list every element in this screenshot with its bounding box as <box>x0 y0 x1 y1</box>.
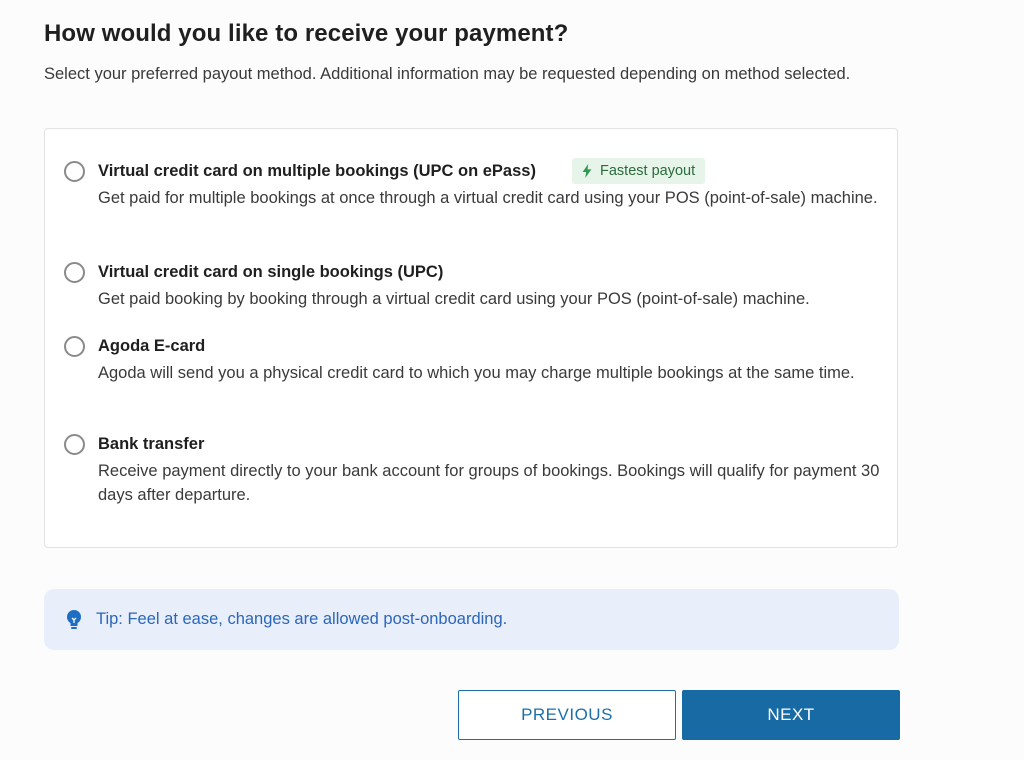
payout-method-page: How would you like to receive your payme… <box>0 0 1024 760</box>
option-title: Agoda E-card <box>98 337 206 355</box>
radio-upc-single[interactable] <box>64 262 85 283</box>
fastest-payout-badge: Fastest payout <box>572 158 706 184</box>
option-title: Bank transfer <box>98 435 205 453</box>
option-description: Receive payment directly to your bank ac… <box>98 462 880 504</box>
next-button[interactable]: NEXT <box>682 690 900 740</box>
payout-options-card: Virtual credit card on multiple bookings… <box>44 128 898 548</box>
previous-button[interactable]: PREVIOUS <box>458 690 676 740</box>
option-title: Virtual credit card on single bookings (… <box>98 263 444 281</box>
page-title: How would you like to receive your payme… <box>44 20 569 47</box>
radio-agoda-ecard[interactable] <box>64 336 85 357</box>
radio-upc-epass[interactable] <box>64 161 85 182</box>
option-title: Virtual credit card on multiple bookings… <box>98 162 536 180</box>
radio-bank-transfer[interactable] <box>64 434 85 455</box>
page-subtitle: Select your preferred payout method. Add… <box>44 65 851 83</box>
tip-text: Tip: Feel at ease, changes are allowed p… <box>96 610 508 628</box>
option-description: Get paid for multiple bookings at once t… <box>98 189 878 207</box>
lightbulb-icon <box>67 609 81 629</box>
badge-label: Fastest payout <box>600 163 696 179</box>
option-description: Get paid booking by booking through a vi… <box>98 290 810 308</box>
lightning-bolt-icon <box>582 164 592 178</box>
tip-banner: Tip: Feel at ease, changes are allowed p… <box>44 589 899 650</box>
option-description: Agoda will send you a physical credit ca… <box>98 364 855 382</box>
